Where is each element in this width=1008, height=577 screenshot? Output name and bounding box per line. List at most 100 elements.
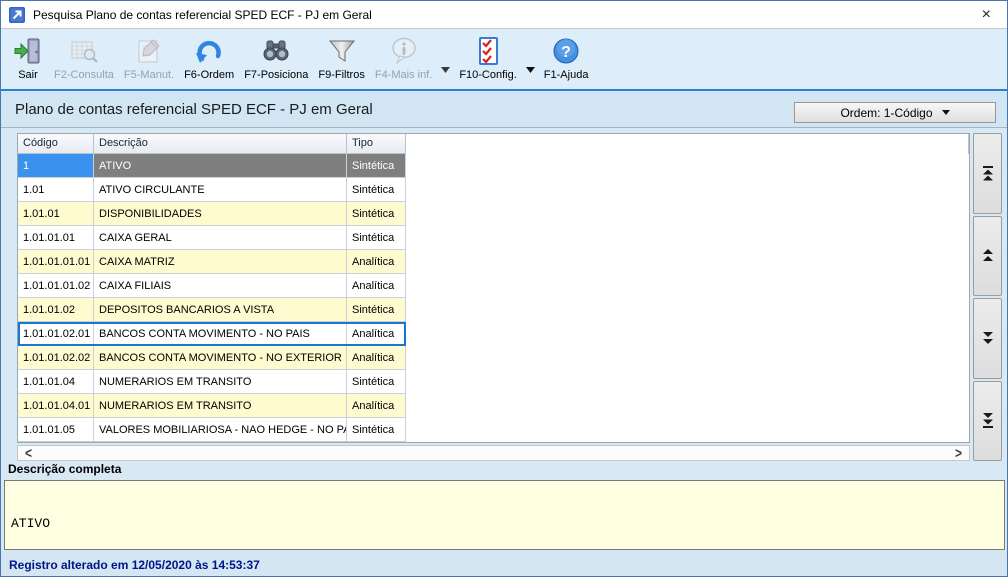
close-icon[interactable]: × [974, 7, 999, 23]
cell-codigo[interactable]: 1.01.01.02.01 [18, 322, 94, 346]
cell-descricao[interactable]: NUMERARIOS EM TRANSITO [94, 370, 347, 394]
full-description-memo[interactable]: ATIVO Data validade inicial: 01/01/2014 … [4, 480, 1005, 550]
cell-descricao[interactable]: BANCOS CONTA MOVIMENTO - NO EXTERIOR [94, 346, 347, 370]
cell-descricao[interactable]: DEPOSITOS BANCARIOS A VISTA [94, 298, 347, 322]
title-bar[interactable]: Pesquisa Plano de contas referencial SPE… [1, 1, 1007, 29]
table-row[interactable]: 1.01.01.01.02 CAIXA FILIAIS Analítica [18, 274, 969, 298]
column-header-filler [406, 134, 969, 154]
column-header-descricao[interactable]: Descrição [94, 134, 347, 154]
scroll-page-down-icon [982, 332, 994, 345]
cell-descricao[interactable]: DISPONIBILIDADES [94, 202, 347, 226]
cell-tipo[interactable]: Analítica [347, 250, 406, 274]
column-header-tipo[interactable]: Tipo [347, 134, 406, 154]
cell-descricao[interactable]: CAIXA GERAL [94, 226, 347, 250]
checklist-icon [472, 35, 504, 67]
cell-descricao[interactable]: ATIVO CIRCULANTE [94, 178, 347, 202]
cell-tipo[interactable]: Analítica [347, 346, 406, 370]
cell-descricao[interactable]: CAIXA FILIAIS [94, 274, 347, 298]
panel-header: Plano de contas referencial SPED ECF - P… [1, 91, 1007, 128]
cell-codigo[interactable]: 1.01.01.05 [18, 418, 94, 442]
binoculars-icon [260, 35, 292, 67]
cell-codigo[interactable]: 1.01 [18, 178, 94, 202]
f5-manut-label: F5-Manut. [124, 69, 174, 81]
f9-filtros-button[interactable]: F9-Filtros [313, 34, 369, 82]
table-row[interactable]: 1.01.01.01 CAIXA GERAL Sintética [18, 226, 969, 250]
table-row[interactable]: 1.01.01 DISPONIBILIDADES Sintética [18, 202, 969, 226]
scroll-page-up-icon [982, 249, 994, 262]
order-arrow-icon [193, 35, 225, 67]
window: Pesquisa Plano de contas referencial SPE… [0, 0, 1008, 577]
cell-codigo[interactable]: 1.01.01.02.02 [18, 346, 94, 370]
app-icon [9, 7, 25, 23]
cell-tipo[interactable]: Sintética [347, 418, 406, 442]
table-row[interactable]: 1.01 ATIVO CIRCULANTE Sintética [18, 178, 969, 202]
cell-tipo[interactable]: Analítica [347, 322, 406, 346]
goto-first-button[interactable] [973, 133, 1002, 214]
status-text: Registro alterado em 12/05/2020 às 14:53… [9, 558, 260, 572]
cell-tipo[interactable]: Sintética [347, 154, 406, 178]
svg-text:?: ? [561, 44, 571, 61]
cell-tipo[interactable]: Sintética [347, 226, 406, 250]
sair-label: Sair [18, 69, 38, 81]
f10-config-button[interactable]: F10-Config. [454, 34, 521, 82]
cell-descricao[interactable]: BANCOS CONTA MOVIMENTO - NO PAIS [94, 322, 347, 346]
cell-descricao[interactable]: NUMERARIOS EM TRANSITO [94, 394, 347, 418]
scroll-last-icon [982, 413, 994, 428]
goto-last-button[interactable] [973, 381, 1002, 462]
table-row[interactable]: 1.01.01.04 NUMERARIOS EM TRANSITO Sintét… [18, 370, 969, 394]
table-search-icon [68, 35, 100, 67]
table-row[interactable]: 1.01.01.01.01 CAIXA MATRIZ Analítica [18, 250, 969, 274]
table-row[interactable]: 1.01.01.02.01 BANCOS CONTA MOVIMENTO - N… [18, 322, 969, 346]
horizontal-scrollbar[interactable]: < > [17, 445, 970, 461]
description-panel-label: Descrição completa [8, 462, 121, 476]
cell-codigo[interactable]: 1 [18, 154, 94, 178]
accounts-grid: Código Descrição Tipo 1 ATIVO Sintética … [17, 133, 970, 443]
cell-tipo[interactable]: Sintética [347, 370, 406, 394]
cell-codigo[interactable]: 1.01.01.04.01 [18, 394, 94, 418]
cell-tipo[interactable]: Analítica [347, 394, 406, 418]
f7-posiciona-label: F7-Posiciona [244, 69, 308, 81]
sair-button[interactable]: Sair [7, 34, 49, 82]
edit-pencil-icon [133, 35, 165, 67]
grid-header-row: Código Descrição Tipo [18, 134, 969, 154]
cell-codigo[interactable]: 1.01.01.04 [18, 370, 94, 394]
cell-codigo[interactable]: 1.01.01.01.01 [18, 250, 94, 274]
cell-codigo[interactable]: 1.01.01 [18, 202, 94, 226]
cell-descricao[interactable]: ATIVO [94, 154, 347, 178]
table-row[interactable]: 1.01.01.02.02 BANCOS CONTA MOVIMENTO - N… [18, 346, 969, 370]
f1-ajuda-button[interactable]: ? F1-Ajuda [539, 34, 594, 82]
exit-door-icon [12, 35, 44, 67]
cell-tipo[interactable]: Sintética [347, 178, 406, 202]
scroll-right-icon[interactable]: > [955, 446, 962, 461]
cell-tipo[interactable]: Sintética [347, 202, 406, 226]
f9-filtros-label: F9-Filtros [318, 69, 364, 81]
cell-descricao[interactable]: VALORES MOBILIARIOSA - NAO HEDGE - NO PA… [94, 418, 347, 442]
scroll-left-icon[interactable]: < [25, 446, 32, 461]
help-icon: ? [550, 35, 582, 67]
table-row[interactable]: 1.01.01.05 VALORES MOBILIARIOSA - NAO HE… [18, 418, 969, 442]
memo-line-1: ATIVO [11, 516, 998, 532]
f7-posiciona-button[interactable]: F7-Posiciona [239, 34, 313, 82]
toolbar: Sair F2-Consulta F5-Manut. F6-Ordem F7-P [1, 29, 1007, 91]
status-bar: Registro alterado em 12/05/2020 às 14:53… [1, 550, 1007, 577]
cell-codigo[interactable]: 1.01.01.02 [18, 298, 94, 322]
cell-descricao[interactable]: CAIXA MATRIZ [94, 250, 347, 274]
grid-body: 1 ATIVO Sintética 1.01 ATIVO CIRCULANTE … [18, 154, 969, 442]
page-up-button[interactable] [973, 216, 1002, 297]
cell-codigo[interactable]: 1.01.01.01 [18, 226, 94, 250]
table-row[interactable]: 1.01.01.02 DEPOSITOS BANCARIOS A VISTA S… [18, 298, 969, 322]
mais-inf-dropdown-arrow-icon[interactable] [437, 60, 454, 78]
scroll-first-icon [982, 166, 994, 181]
cell-tipo[interactable]: Sintética [347, 298, 406, 322]
cell-codigo[interactable]: 1.01.01.01.02 [18, 274, 94, 298]
table-row[interactable]: 1.01.01.04.01 NUMERARIOS EM TRANSITO Ana… [18, 394, 969, 418]
config-dropdown-arrow-icon[interactable] [522, 60, 539, 78]
page-title: Plano de contas referencial SPED ECF - P… [15, 101, 373, 118]
column-header-codigo[interactable]: Código [18, 134, 94, 154]
record-nav-column [973, 133, 1002, 461]
cell-tipo[interactable]: Analítica [347, 274, 406, 298]
table-row[interactable]: 1 ATIVO Sintética [18, 154, 969, 178]
order-dropdown-button[interactable]: Ordem: 1-Código [794, 102, 996, 123]
f6-ordem-button[interactable]: F6-Ordem [179, 34, 239, 82]
page-down-button[interactable] [973, 298, 1002, 379]
